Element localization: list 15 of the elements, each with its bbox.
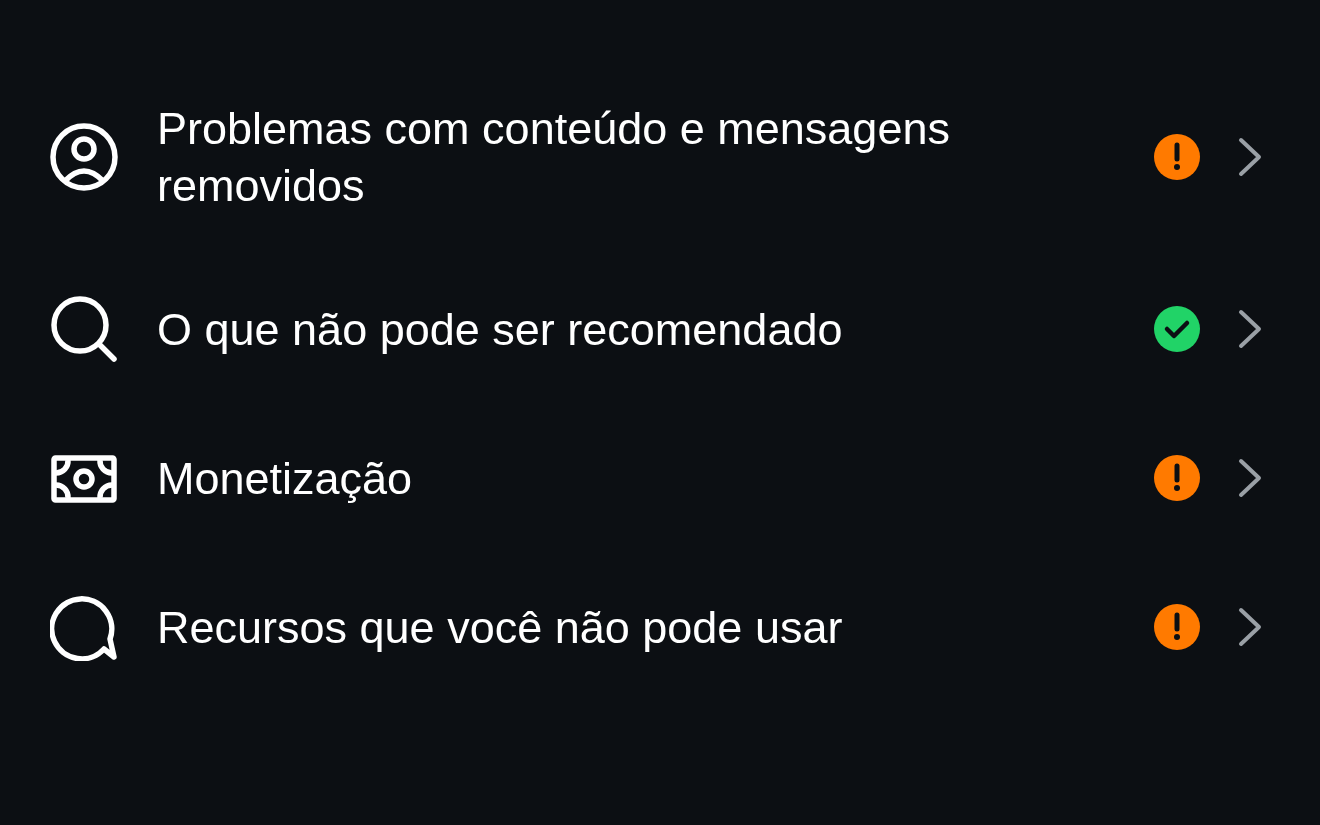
speech-bubble-icon <box>50 593 118 661</box>
list-item[interactable]: Monetização <box>50 444 1262 512</box>
item-label: Monetização <box>157 451 414 506</box>
list-item[interactable]: O que não pode ser recomendado <box>50 295 1262 363</box>
list-item[interactable]: Problemas com conteúdo e mensagens removidos <box>50 100 1262 214</box>
item-label: Recursos que você não pode usar <box>157 600 844 655</box>
chevron-right-icon <box>1238 309 1262 349</box>
list-item[interactable]: Recursos que você não pode usar <box>50 593 1262 661</box>
search-icon <box>50 295 118 363</box>
account-icon <box>50 123 118 191</box>
chevron-right-icon <box>1238 137 1262 177</box>
item-label: O que não pode ser recomendado <box>157 302 844 357</box>
chevron-right-icon <box>1238 607 1262 647</box>
chevron-right-icon <box>1238 458 1262 498</box>
item-label: Problemas com conteúdo e mensagens removidos <box>157 102 951 213</box>
